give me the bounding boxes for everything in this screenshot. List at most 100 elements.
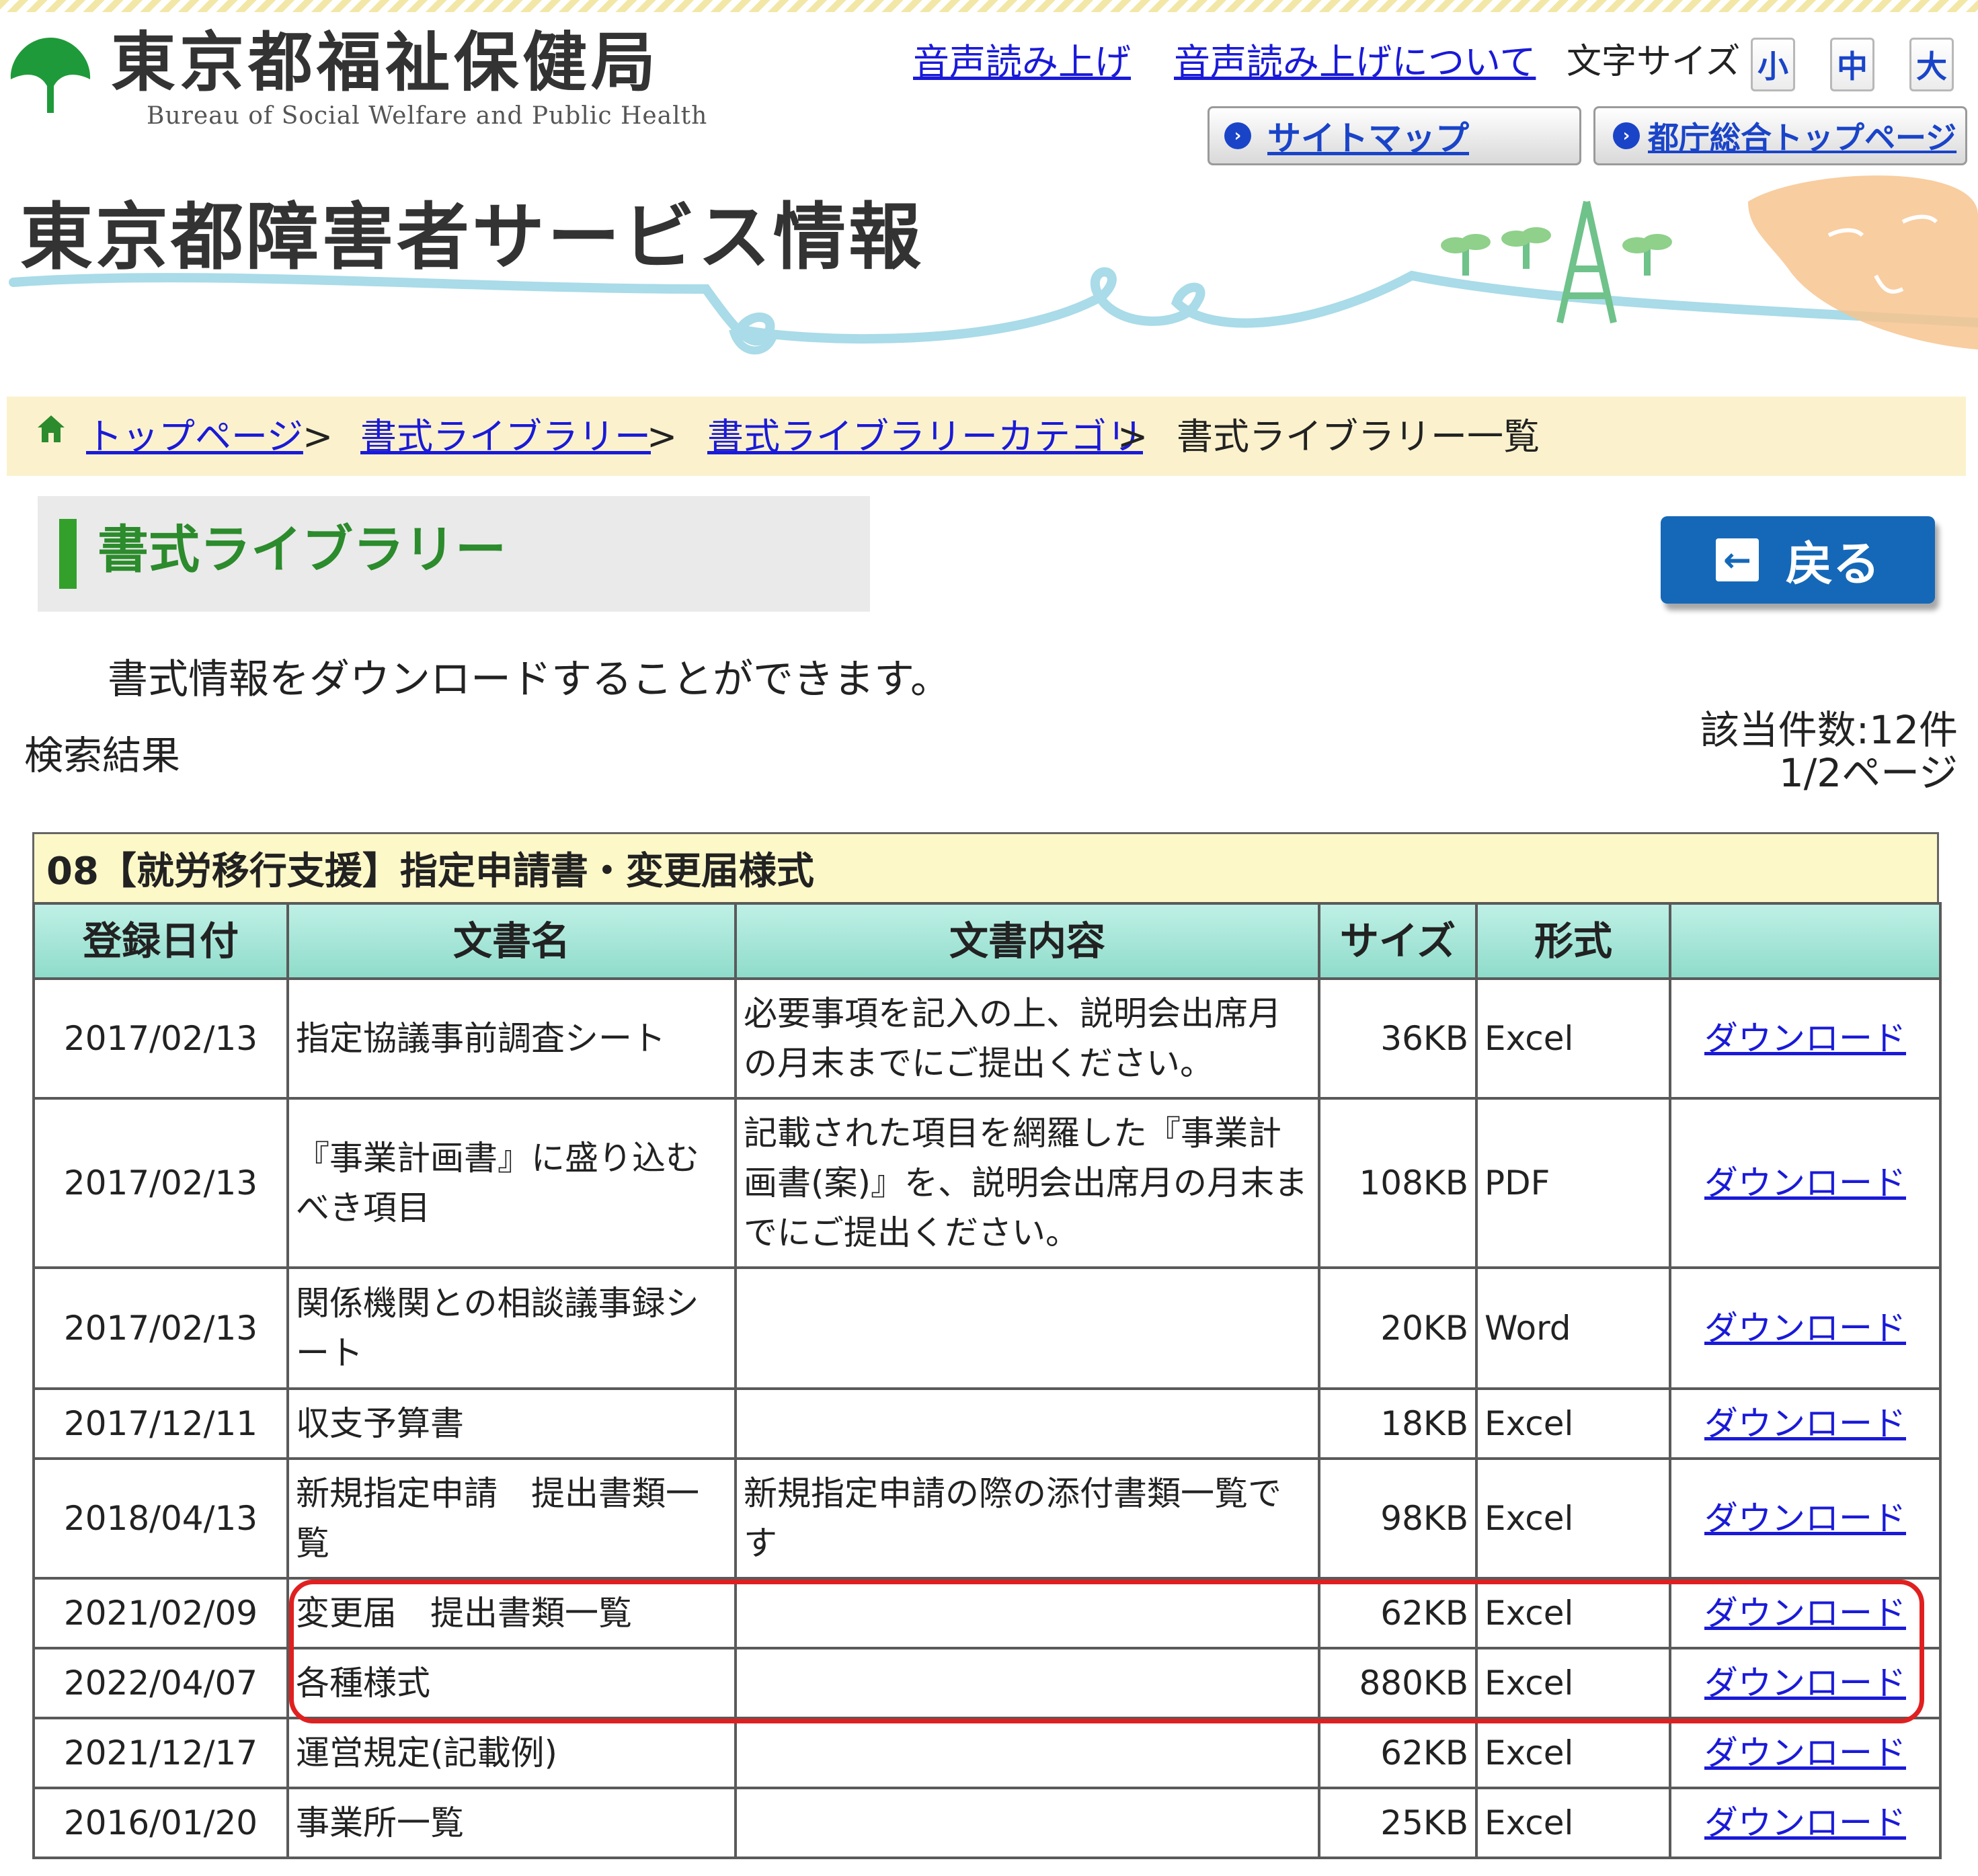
- download-link[interactable]: ダウンロード: [1704, 1164, 1906, 1202]
- file-table: 登録日付 文書名 文書内容 サイズ 形式 2017/02/13 指定協議事前調査シ…: [32, 902, 1942, 1859]
- cell-date: 2016/01/20: [32, 1787, 289, 1859]
- sitemap-label: サイトマップ: [1267, 119, 1469, 158]
- cell-download: ダウンロード: [1669, 1457, 1942, 1580]
- font-size-medium-button[interactable]: 中: [1830, 38, 1874, 91]
- breadcrumb-library-link[interactable]: 書式ライブラリー: [360, 413, 651, 460]
- heading-accent-bar: [59, 519, 77, 589]
- cell-format: Excel: [1475, 1717, 1671, 1789]
- download-link[interactable]: ダウンロード: [1704, 1309, 1906, 1348]
- cell-size: 108KB: [1318, 1097, 1478, 1269]
- cell-download: ダウンロード: [1669, 977, 1942, 1100]
- cell-name: 指定協議事前調査シート: [286, 977, 737, 1100]
- cell-name: 変更届 提出書類一覧: [286, 1577, 737, 1649]
- cell-size: 62KB: [1318, 1577, 1478, 1649]
- cell-content: [734, 1717, 1320, 1789]
- breadcrumb-category-link[interactable]: 書式ライブラリーカテゴリ: [707, 413, 1143, 460]
- cell-content: 必要事項を記入の上、説明会出席月の月末までにご提出ください。: [734, 977, 1320, 1100]
- download-link[interactable]: ダウンロード: [1704, 1734, 1906, 1772]
- font-size-large-button[interactable]: 大: [1909, 38, 1954, 91]
- cell-format: Excel: [1475, 977, 1671, 1100]
- cell-download: ダウンロード: [1669, 1647, 1942, 1719]
- cell-date: 2021/12/17: [32, 1717, 289, 1789]
- cell-format: Word: [1475, 1266, 1671, 1390]
- result-count-text: 該当件数:12件: [1700, 707, 1958, 753]
- table-row: 2017/02/13 『事業計画書』に盛り込むべき項目 記載された項目を網羅した『事…: [32, 1097, 1942, 1269]
- sitemap-button[interactable]: › サイトマップ: [1208, 106, 1581, 165]
- download-link[interactable]: ダウンロード: [1704, 1803, 1906, 1842]
- breadcrumb-current: 書式ライブラリー一覧: [1177, 415, 1540, 458]
- font-size-small-button[interactable]: 小: [1751, 38, 1795, 91]
- cell-date: 2017/12/11: [32, 1387, 289, 1460]
- cell-format: Excel: [1475, 1577, 1671, 1649]
- speech-link[interactable]: 音声読み上げ: [913, 44, 1131, 81]
- table-caption: 08【就労移行支援】指定申請書・変更届様式: [32, 832, 1939, 902]
- cell-content: [734, 1577, 1320, 1649]
- cell-name: 『事業計画書』に盛り込むべき項目: [286, 1097, 737, 1269]
- top-stripe: [0, 0, 1978, 12]
- breadcrumb-separator: >: [647, 415, 678, 458]
- cell-name: 事業所一覧: [286, 1787, 737, 1859]
- back-label: 戻る: [1786, 536, 1880, 592]
- cell-date: 2018/04/13: [32, 1457, 289, 1580]
- tokyo-top-button[interactable]: › 都庁総合トップページ: [1593, 106, 1967, 165]
- tokyo-ginkgo-logo-icon: [10, 38, 91, 113]
- col-header-download: [1669, 902, 1942, 980]
- download-link[interactable]: ダウンロード: [1704, 1664, 1906, 1703]
- col-header-format: 形式: [1475, 902, 1671, 980]
- cell-content: [734, 1266, 1320, 1390]
- speech-about-link[interactable]: 音声読み上げについて: [1174, 44, 1536, 81]
- download-link[interactable]: ダウンロード: [1704, 1019, 1906, 1058]
- cell-size: 62KB: [1318, 1717, 1478, 1789]
- cell-content: [734, 1387, 1320, 1460]
- table-row: 2022/04/07 各種様式 880KB Excel ダウンロード: [32, 1647, 1942, 1719]
- tokyo-top-label: 都庁総合トップページ: [1648, 120, 1957, 156]
- cell-name: 運営規定(記載例): [286, 1717, 737, 1789]
- cell-name: 新規指定申請 提出書類一覧: [286, 1457, 737, 1580]
- cell-download: ダウンロード: [1669, 1577, 1942, 1649]
- page-title: 書式ライブラリー: [97, 520, 506, 579]
- col-header-content: 文書内容: [734, 902, 1320, 980]
- cell-date: 2021/02/09: [32, 1577, 289, 1649]
- banner-decoration: [9, 175, 1978, 355]
- cell-date: 2022/04/07: [32, 1647, 289, 1719]
- cell-date: 2017/02/13: [32, 1266, 289, 1390]
- cell-name: 収支予算書: [286, 1387, 737, 1460]
- cell-download: ダウンロード: [1669, 1266, 1942, 1390]
- back-button[interactable]: ← 戻る: [1661, 516, 1935, 604]
- col-header-date: 登録日付: [32, 902, 289, 980]
- col-header-name: 文書名: [286, 902, 737, 980]
- cell-date: 2017/02/13: [32, 1097, 289, 1269]
- cell-content: [734, 1787, 1320, 1859]
- table-row: 2021/12/17 運営規定(記載例) 62KB Excel ダウンロード: [32, 1717, 1942, 1789]
- cell-content: 新規指定申請の際の添付書類一覧です: [734, 1457, 1320, 1580]
- table-row: 2017/12/11 収支予算書 18KB Excel ダウンロード: [32, 1387, 1942, 1460]
- home-icon: [38, 415, 65, 442]
- cell-format: Excel: [1475, 1387, 1671, 1460]
- intro-text: 書式情報をダウンロードすることができます。: [108, 656, 951, 703]
- cell-name: 各種様式: [286, 1647, 737, 1719]
- breadcrumb-separator: >: [303, 415, 333, 458]
- breadcrumb-separator: >: [1117, 415, 1148, 458]
- cell-download: ダウンロード: [1669, 1097, 1942, 1269]
- cell-size: 880KB: [1318, 1647, 1478, 1719]
- download-link[interactable]: ダウンロード: [1704, 1499, 1906, 1538]
- cell-size: 98KB: [1318, 1457, 1478, 1580]
- table-row: 2017/02/13 関係機関との相談議事録シート 20KB Word ダウンロード: [32, 1266, 1942, 1390]
- cell-format: PDF: [1475, 1097, 1671, 1269]
- cell-format: Excel: [1475, 1647, 1671, 1719]
- org-name[interactable]: 東京都福祉保健局: [111, 30, 660, 95]
- download-link[interactable]: ダウンロード: [1704, 1594, 1906, 1633]
- cell-name: 関係機関との相談議事録シート: [286, 1266, 737, 1390]
- download-link[interactable]: ダウンロード: [1704, 1404, 1906, 1443]
- cell-content: [734, 1647, 1320, 1719]
- cell-size: 18KB: [1318, 1387, 1478, 1460]
- table-row: 2017/02/13 指定協議事前調査シート 必要事項を記入の上、説明会出席月の月末…: [32, 977, 1942, 1100]
- breadcrumb-top-link[interactable]: トップページ: [86, 413, 303, 460]
- page-info: 1/2ページ: [1778, 749, 1958, 796]
- results-label: 検索結果: [24, 733, 181, 778]
- cell-format: Excel: [1475, 1787, 1671, 1859]
- font-size-label: 文字サイズ: [1567, 42, 1741, 82]
- cell-size: 36KB: [1318, 977, 1478, 1100]
- table-row: 2018/04/13 新規指定申請 提出書類一覧 新規指定申請の際の添付書類一覧です…: [32, 1457, 1942, 1580]
- col-header-size: サイズ: [1318, 902, 1478, 980]
